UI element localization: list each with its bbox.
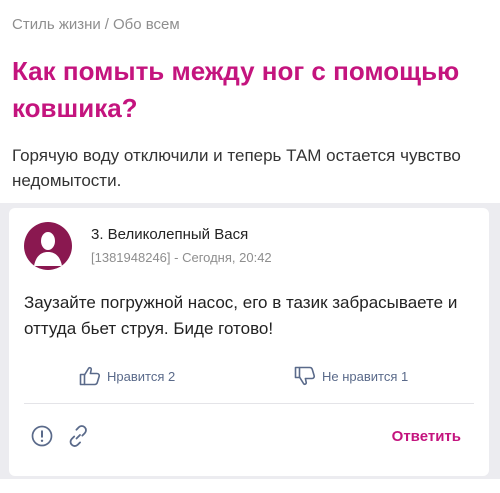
thumbs-up-icon <box>79 366 101 386</box>
divider <box>24 403 474 404</box>
avatar[interactable] <box>24 222 72 270</box>
dislike-button[interactable]: Не нравится 1 <box>294 366 408 386</box>
breadcrumb-category[interactable]: Стиль жизни <box>12 16 101 33</box>
like-button[interactable]: Нравится 2 <box>79 366 175 386</box>
link-icon[interactable] <box>66 425 90 447</box>
dislike-label: Не нравится 1 <box>322 368 409 384</box>
report-icon[interactable] <box>31 425 53 447</box>
breadcrumb-separator: / <box>104 16 109 33</box>
breadcrumb-subcategory[interactable]: Обо всем <box>113 16 180 33</box>
breadcrumb: Стиль жизни / Обо всем <box>12 14 488 36</box>
question-body: Горячую воду отключили и теперь ТАМ оста… <box>12 146 461 190</box>
user-silhouette-icon <box>34 232 62 266</box>
answer-card: 3. Великолепный Вася [1381948246] - Сего… <box>9 208 489 476</box>
reply-button[interactable]: Ответить <box>392 428 461 445</box>
answer-text: Заузайте погружной насос, его в тазик за… <box>24 293 458 338</box>
like-label: Нравится 2 <box>107 368 176 384</box>
thumbs-down-icon <box>294 366 316 386</box>
author-name[interactable]: 3. Великолепный Вася <box>91 226 248 243</box>
question-title: Как помыть между ног с помощью ковшика? <box>12 56 460 123</box>
answer-meta: [1381948246] - Сегодня, 20:42 <box>91 250 272 265</box>
question-header: Стиль жизни / Обо всем Как помыть между но… <box>0 14 500 193</box>
